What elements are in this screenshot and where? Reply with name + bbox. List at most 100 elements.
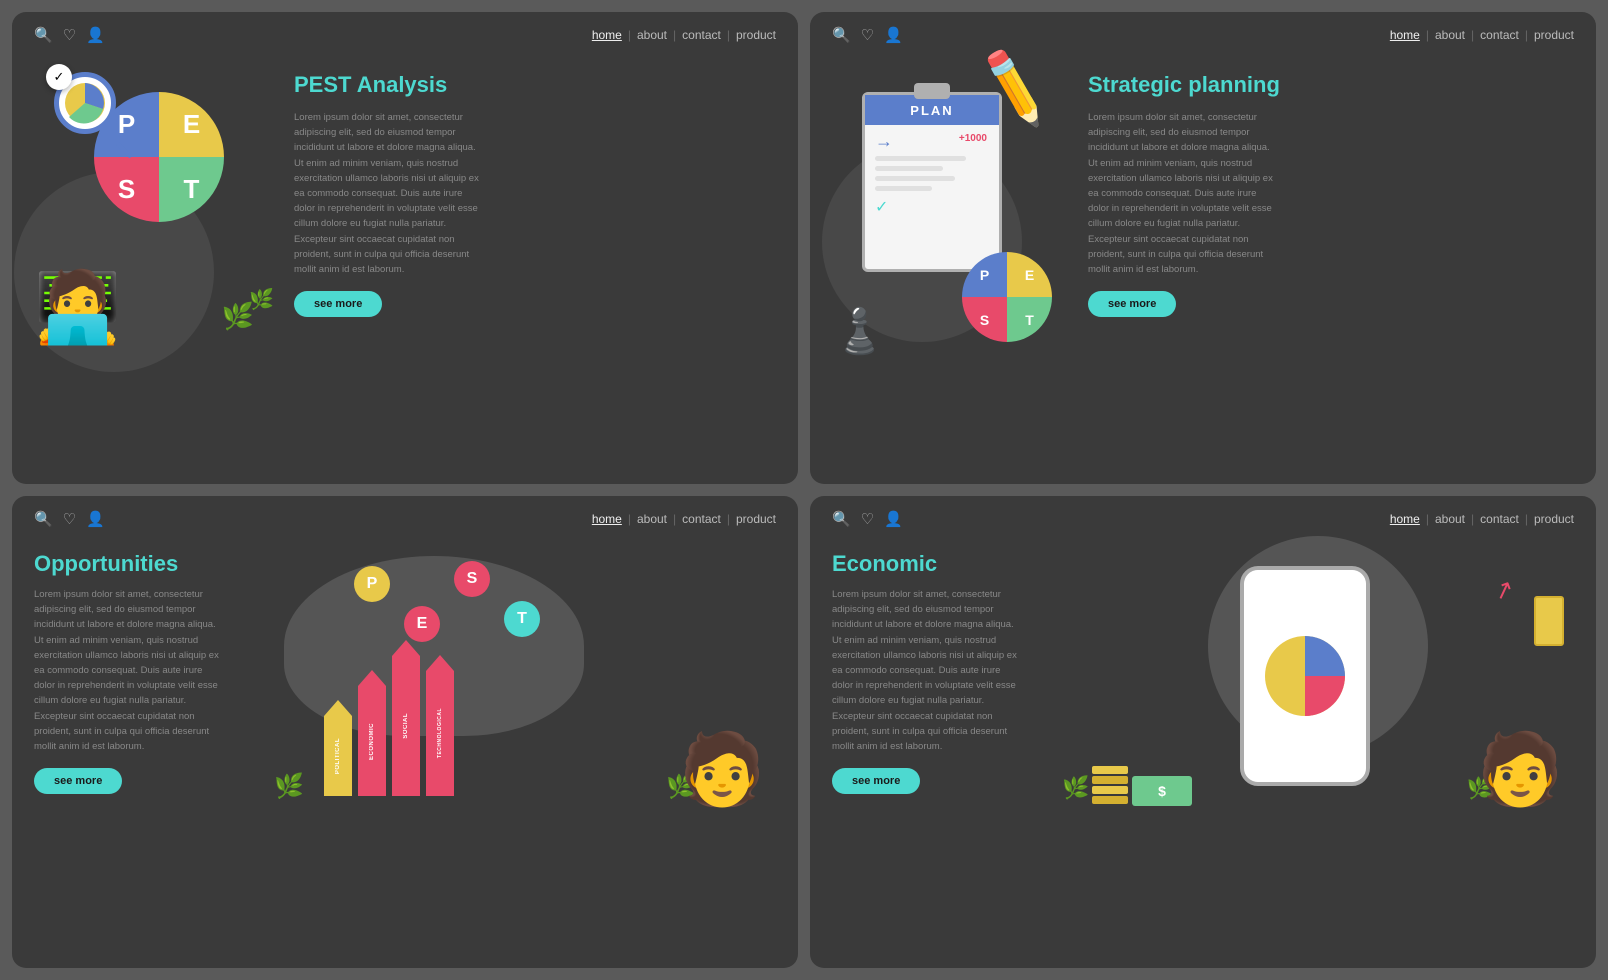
arrow-economic-head bbox=[358, 670, 386, 686]
heart-icon-o[interactable]: ♡ bbox=[63, 510, 76, 528]
econ-lorem: Lorem ipsum dolor sit amet, consectetur … bbox=[832, 587, 1017, 754]
strategic-card-content: ✏️ PLAN → +1000 ✓ bbox=[810, 44, 1596, 470]
econ-text-side: Economic Lorem ipsum dolor sit amet, con… bbox=[832, 546, 1062, 794]
arrow-political-head bbox=[324, 700, 352, 716]
user-icon-s[interactable]: 👤 bbox=[884, 26, 903, 44]
card-pest-analysis: 🔍 ♡ 👤 home | about | contact | product bbox=[12, 12, 798, 484]
phone-wrapper bbox=[1240, 556, 1370, 786]
nav-about-o[interactable]: about bbox=[637, 512, 667, 526]
strategic-text-side: Strategic planning Lorem ipsum dolor sit… bbox=[1068, 62, 1574, 317]
pest-e-cell: E bbox=[159, 92, 224, 157]
pest-s-circle-opp: S bbox=[454, 561, 490, 597]
card-opportunities: 🔍 ♡ 👤 home | about | contact | product O… bbox=[12, 496, 798, 968]
pest-t-s: T bbox=[1007, 297, 1052, 342]
search-icon-e[interactable]: 🔍 bbox=[832, 510, 851, 528]
opp-text-side: Opportunities Lorem ipsum dolor sit amet… bbox=[34, 546, 264, 794]
pest-t-cell: T bbox=[159, 157, 224, 222]
leaf-right2-pest: 🌿 bbox=[249, 287, 274, 312]
nav-home-e[interactable]: home bbox=[1390, 512, 1420, 526]
gold-bar-stack bbox=[1534, 596, 1564, 646]
nav-contact-s[interactable]: contact bbox=[1480, 28, 1519, 42]
pest-p-circle-opp: P bbox=[354, 566, 390, 602]
clipboard-body: → +1000 ✓ bbox=[865, 125, 999, 223]
nav-bar-econ: 🔍 ♡ 👤 home | about | contact | product bbox=[810, 496, 1596, 528]
bar-social: SOCIAL bbox=[392, 640, 420, 796]
strategic-lorem: Lorem ipsum dolor sit amet, consectetur … bbox=[1088, 110, 1273, 277]
nav-links-econ: home | about | contact | product bbox=[1390, 512, 1574, 526]
nav-product-o[interactable]: product bbox=[736, 512, 776, 526]
chess-icon: ♟️ bbox=[832, 305, 887, 357]
arrow-economic-body: ECONOMIC bbox=[358, 686, 386, 796]
tech-label: TECHNOLOGICAL bbox=[437, 708, 443, 758]
arrow-tech-head bbox=[426, 655, 454, 671]
nav-contact[interactable]: contact bbox=[682, 28, 721, 42]
nav-icons-econ: 🔍 ♡ 👤 bbox=[832, 510, 903, 528]
pie-chart-svg bbox=[63, 81, 107, 125]
arrow-political-body: POLITICAL bbox=[324, 716, 352, 796]
card-strategic-planning: 🔍 ♡ 👤 home | about | contact | product ✏… bbox=[810, 12, 1596, 484]
search-icon-s[interactable]: 🔍 bbox=[832, 26, 851, 44]
search-icon-o[interactable]: 🔍 bbox=[34, 510, 53, 528]
nav-product-s[interactable]: product bbox=[1534, 28, 1574, 42]
bar-economic: ECONOMIC bbox=[358, 670, 386, 796]
nav-home-s[interactable]: home bbox=[1390, 28, 1420, 42]
card-economic: 🔍 ♡ 👤 home | about | contact | product E… bbox=[810, 496, 1596, 968]
pest-grid-strategic: P E S T bbox=[962, 252, 1052, 342]
pest-title: PEST Analysis bbox=[294, 72, 776, 98]
nav-bar-pest: 🔍 ♡ 👤 home | about | contact | product bbox=[12, 12, 798, 44]
clipboard: PLAN → +1000 ✓ bbox=[862, 92, 1002, 272]
opp-see-more-btn[interactable]: see more bbox=[34, 768, 122, 794]
arrow-social-body: SOCIAL bbox=[392, 656, 420, 796]
nav-about-e[interactable]: about bbox=[1435, 512, 1465, 526]
arrow-bars-opp: POLITICAL ECONOMIC SOCIAL bbox=[324, 640, 454, 796]
opp-lorem: Lorem ipsum dolor sit amet, consectetur … bbox=[34, 587, 219, 754]
political-label: POLITICAL bbox=[335, 738, 341, 774]
user-icon-o[interactable]: 👤 bbox=[86, 510, 105, 528]
pest-illustration: ✓ P E S T 🧑‍💻 🌿 🌿 bbox=[34, 62, 274, 342]
nav-bar-opp: 🔍 ♡ 👤 home | about | contact | product bbox=[12, 496, 798, 528]
arrow-social-head bbox=[392, 640, 420, 656]
economic-label-bar: ECONOMIC bbox=[369, 723, 375, 760]
checkmark-badge: ✓ bbox=[46, 64, 72, 90]
heart-icon[interactable]: ♡ bbox=[63, 26, 76, 44]
pest-s-s: S bbox=[962, 297, 1007, 342]
nav-icons-opp: 🔍 ♡ 👤 bbox=[34, 510, 105, 528]
search-icon[interactable]: 🔍 bbox=[34, 26, 53, 44]
bar-technological: TECHNOLOGICAL bbox=[426, 655, 454, 796]
leaf-econ-left: 🌿 bbox=[1062, 775, 1089, 801]
pest-t-circle-opp: T bbox=[504, 601, 540, 637]
leaf-opp-left: 🌿 bbox=[274, 772, 304, 801]
coin-4 bbox=[1092, 796, 1128, 804]
dollar-bill: $ bbox=[1132, 776, 1192, 806]
pest-see-more-btn[interactable]: see more bbox=[294, 291, 382, 317]
nav-product-e[interactable]: product bbox=[1534, 512, 1574, 526]
person-figure-pest: 🧑‍💻 bbox=[34, 272, 121, 342]
nav-icons-strategic: 🔍 ♡ 👤 bbox=[832, 26, 903, 44]
heart-icon-e[interactable]: ♡ bbox=[861, 510, 874, 528]
user-icon[interactable]: 👤 bbox=[86, 26, 105, 44]
clipboard-clip bbox=[914, 83, 950, 99]
coins-stack-econ bbox=[1092, 766, 1128, 806]
clipboard-wrapper: PLAN → +1000 ✓ bbox=[862, 92, 1002, 272]
nav-home-o[interactable]: home bbox=[592, 512, 622, 526]
nav-icons-pest: 🔍 ♡ 👤 bbox=[34, 26, 105, 44]
pest-text-side: PEST Analysis Lorem ipsum dolor sit amet… bbox=[274, 62, 776, 317]
nav-home[interactable]: home bbox=[592, 28, 622, 42]
strategic-see-more-btn[interactable]: see more bbox=[1088, 291, 1176, 317]
econ-see-more-btn[interactable]: see more bbox=[832, 768, 920, 794]
user-icon-e[interactable]: 👤 bbox=[884, 510, 903, 528]
nav-about[interactable]: about bbox=[637, 28, 667, 42]
nav-contact-e[interactable]: contact bbox=[1480, 512, 1519, 526]
nav-product[interactable]: product bbox=[736, 28, 776, 42]
magnify-wrapper: ✓ bbox=[54, 72, 124, 142]
coins-group: $ bbox=[1092, 766, 1192, 806]
trend-arrow-icon: ↗ bbox=[1490, 573, 1519, 607]
nav-about-s[interactable]: about bbox=[1435, 28, 1465, 42]
magnify-group: ✓ bbox=[54, 72, 124, 142]
heart-icon-s[interactable]: ♡ bbox=[861, 26, 874, 44]
nav-contact-o[interactable]: contact bbox=[682, 512, 721, 526]
pest-card-content: ✓ P E S T 🧑‍💻 🌿 🌿 PEST Analysis Lorem ip… bbox=[12, 44, 798, 470]
coin-1 bbox=[1092, 766, 1128, 774]
nav-links-strategic: home | about | contact | product bbox=[1390, 28, 1574, 42]
econ-title: Economic bbox=[832, 551, 1062, 577]
